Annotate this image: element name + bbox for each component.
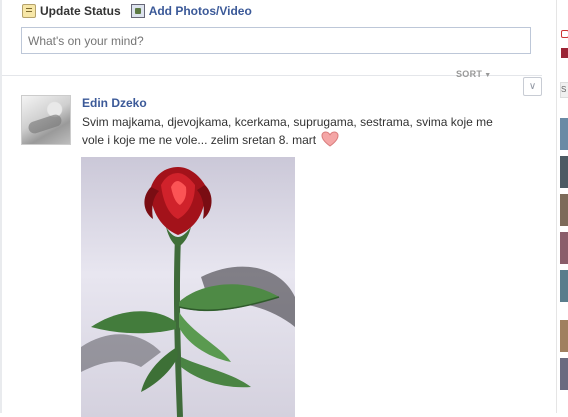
post-author-link[interactable]: Edin Dzeko: [82, 96, 147, 110]
tab-update-status[interactable]: Update Status: [22, 4, 121, 18]
avatar-figure: [26, 113, 64, 135]
contact-thumb[interactable]: [560, 156, 568, 188]
post-text: Svim majkama, djevojkama, kcerkama, supr…: [82, 114, 502, 152]
post-photo[interactable]: [81, 157, 295, 417]
gift-icon[interactable]: [561, 30, 568, 38]
sort-arrow-icon: ▼: [484, 72, 492, 79]
avatar[interactable]: [21, 95, 71, 145]
post-options-button[interactable]: ∨: [523, 77, 542, 96]
left-border: [0, 0, 2, 413]
tab-update-status-label: Update Status: [40, 4, 121, 18]
status-icon: [22, 4, 36, 18]
contact-thumb[interactable]: [560, 118, 568, 150]
calendar-icon[interactable]: [561, 48, 568, 58]
contact-thumb[interactable]: [560, 232, 568, 264]
contact-thumb[interactable]: [560, 194, 568, 226]
photo-icon: [130, 4, 145, 18]
chevron-down-icon: ∨: [528, 81, 537, 92]
tab-add-photos-label: Add Photos/Video: [148, 4, 252, 18]
status-input[interactable]: [21, 27, 531, 54]
right-search-label: S: [561, 85, 567, 94]
contact-thumb[interactable]: [560, 358, 568, 390]
right-column: S: [556, 0, 568, 413]
composer-tabs: Update Status Add Photos/Video: [22, 2, 262, 20]
heart-icon: [321, 131, 339, 152]
contact-thumb[interactable]: [560, 320, 568, 352]
sort-button[interactable]: SORT ▼: [456, 69, 491, 79]
contact-thumb[interactable]: [560, 270, 568, 302]
sort-label: SORT: [456, 69, 483, 79]
post-message: Svim majkama, djevojkama, kcerkama, supr…: [82, 115, 493, 147]
tab-add-photos-video[interactable]: Add Photos/Video: [130, 4, 252, 18]
